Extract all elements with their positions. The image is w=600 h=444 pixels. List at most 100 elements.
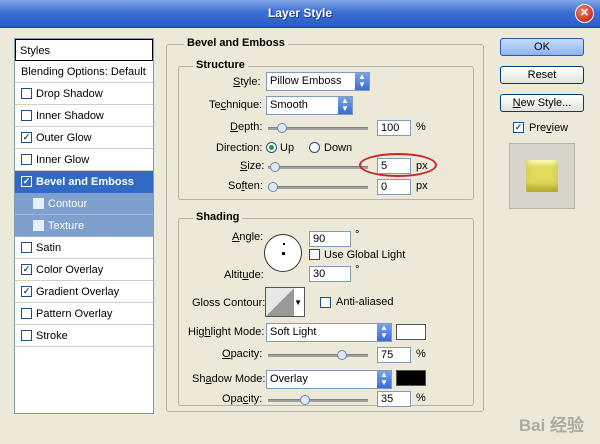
style-checkbox[interactable]: [33, 197, 44, 209]
highlight-mode-select[interactable]: Soft Light ▲ ▼: [266, 323, 392, 342]
shading-title: Shading: [193, 211, 243, 223]
style-checkbox[interactable]: [21, 87, 32, 99]
highlight-mode-value: Soft Light: [270, 326, 317, 338]
soften-unit: px: [416, 180, 428, 192]
styles-item-label: Satin: [36, 242, 62, 254]
styles-list: Styles Blending Options: Default Drop Sha…: [14, 38, 154, 414]
direction-down-label: Down: [324, 142, 353, 154]
soften-slider-thumb[interactable]: [268, 182, 278, 192]
styles-item[interactable]: Inner Shadow: [15, 105, 153, 127]
chevron-updown-icon: ▲ ▼: [355, 73, 369, 90]
styles-item[interactable]: ✓ Color Overlay: [15, 259, 153, 281]
structure-title: Structure: [193, 59, 248, 71]
styles-item-label: Blending Options: Default: [21, 66, 146, 78]
watermark: Bai 经验: [518, 416, 584, 435]
shadow-opacity-unit: %: [416, 392, 426, 404]
styles-item-label: Stroke: [36, 330, 68, 342]
styles-item[interactable]: Pattern Overlay: [15, 303, 153, 325]
highlight-opacity-track[interactable]: [268, 354, 368, 357]
styles-item-label: Inner Glow: [36, 154, 90, 166]
highlight-mode-label: Highlight Mode:: [188, 326, 265, 338]
styles-item-label: Pattern Overlay: [36, 308, 113, 320]
styles-item[interactable]: Blending Options: Default: [15, 61, 153, 83]
anti-aliased-checkbox[interactable]: [320, 297, 331, 308]
style-checkbox[interactable]: [21, 307, 32, 319]
use-global-light-checkbox[interactable]: [309, 249, 320, 260]
styles-item[interactable]: Drop Shadow: [15, 83, 153, 105]
altitude-label: Altitude:: [224, 269, 264, 281]
shadow-opacity-thumb[interactable]: [300, 395, 310, 405]
layer-style-dialog: Layer Style ✕ Styles Blending Options: D…: [0, 0, 600, 444]
soften-input[interactable]: 0: [377, 179, 411, 195]
style-checkbox[interactable]: [33, 219, 44, 231]
technique-select[interactable]: Smooth ▲ ▼: [266, 96, 353, 115]
style-checkbox[interactable]: [21, 153, 32, 165]
technique-value: Smooth: [270, 99, 308, 111]
size-slider-track[interactable]: [268, 166, 368, 169]
angle-label: Angle:: [232, 231, 264, 243]
shadow-mode-label: Shadow Mode:: [192, 373, 266, 385]
preview-swatch: [526, 160, 558, 192]
styles-item[interactable]: ✓ Outer Glow: [15, 127, 153, 149]
gloss-contour-picker[interactable]: ▼: [265, 287, 305, 317]
style-checkbox[interactable]: ✓: [21, 263, 32, 275]
highlight-opacity-unit: %: [416, 348, 426, 360]
styles-item[interactable]: Texture: [15, 215, 153, 237]
use-global-light-label: Use Global Light: [324, 249, 406, 261]
ok-button[interactable]: OK: [500, 38, 584, 56]
styles-item-label: Inner Shadow: [36, 110, 104, 122]
shadow-mode-select[interactable]: Overlay ▲ ▼: [266, 370, 392, 389]
direction-label: Direction:: [216, 142, 263, 154]
reset-button[interactable]: Reset: [500, 66, 584, 84]
chevron-updown-icon: ▲ ▼: [338, 97, 352, 114]
highlight-opacity-thumb[interactable]: [337, 350, 347, 360]
size-unit: px: [416, 160, 428, 172]
angle-input[interactable]: 90: [309, 231, 351, 247]
size-input[interactable]: 5: [377, 158, 411, 174]
style-select[interactable]: Pillow Emboss ▲ ▼: [266, 72, 370, 91]
shadow-opacity-track[interactable]: [268, 399, 368, 402]
depth-label: Depth:: [230, 121, 263, 133]
styles-item[interactable]: ✓ Gradient Overlay: [15, 281, 153, 303]
gloss-contour-label: Gloss Contour:: [192, 297, 266, 309]
highlight-opacity-input[interactable]: 75: [377, 347, 411, 363]
styles-item[interactable]: Satin: [15, 237, 153, 259]
styles-header[interactable]: Styles: [15, 39, 153, 61]
shadow-color-swatch[interactable]: [396, 370, 426, 386]
style-checkbox[interactable]: [21, 241, 32, 253]
direction-up-radio[interactable]: [266, 142, 277, 153]
style-checkbox[interactable]: ✓: [21, 175, 32, 187]
direction-down-radio[interactable]: [309, 142, 320, 153]
angle-dial-marker: [283, 243, 285, 245]
close-icon[interactable]: ✕: [575, 4, 594, 23]
styles-item-label: Bevel and Emboss: [36, 176, 134, 188]
styles-item[interactable]: Stroke: [15, 325, 153, 347]
highlight-opacity-label: Opacity:: [222, 348, 263, 360]
highlight-color-swatch[interactable]: [396, 324, 426, 340]
chevron-updown-icon: ▲ ▼: [377, 371, 391, 388]
style-checkbox[interactable]: ✓: [21, 131, 32, 143]
preview-label: Preview: [529, 122, 569, 134]
size-slider-thumb[interactable]: [270, 162, 280, 172]
chevron-down-icon: ▼: [294, 298, 302, 307]
style-checkbox[interactable]: ✓: [21, 285, 32, 297]
style-checkbox[interactable]: [21, 329, 32, 341]
altitude-unit: °: [355, 264, 360, 276]
depth-input[interactable]: 100: [377, 120, 411, 136]
contour-preview-icon: [266, 288, 294, 316]
soften-label: Soften:: [228, 180, 263, 192]
shadow-opacity-input[interactable]: 35: [377, 391, 411, 407]
new-style-button[interactable]: New Style...: [500, 94, 584, 112]
title-bar[interactable]: Layer Style ✕: [0, 0, 600, 28]
soften-slider-track[interactable]: [268, 186, 368, 189]
styles-item[interactable]: ✓ Bevel and Emboss: [15, 171, 153, 193]
altitude-input[interactable]: 30: [309, 266, 351, 282]
styles-item[interactable]: Inner Glow: [15, 149, 153, 171]
depth-slider-thumb[interactable]: [277, 123, 287, 133]
shadow-opacity-label: Opacity:: [222, 393, 263, 405]
styles-item[interactable]: Contour: [15, 193, 153, 215]
angle-dial[interactable]: [264, 234, 302, 272]
preview-checkbox[interactable]: ✓: [513, 122, 524, 133]
style-checkbox[interactable]: [21, 109, 32, 121]
depth-unit: %: [416, 121, 426, 133]
